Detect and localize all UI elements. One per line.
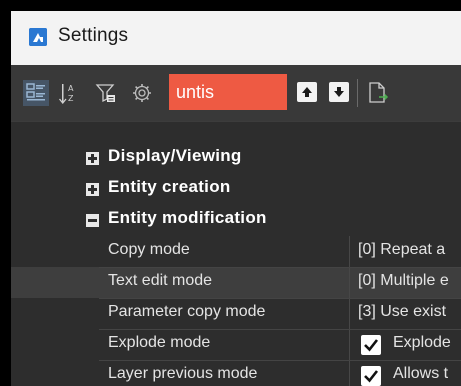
property-name: Layer previous mode (108, 365, 258, 382)
settings-window: Settings A Z untis Display/Viewing Entit… (11, 11, 461, 386)
expand-plus-icon[interactable] (86, 152, 99, 165)
checkbox-label: Allows t (393, 365, 449, 382)
search-input[interactable] (169, 74, 287, 110)
title-bar: Settings (11, 11, 461, 65)
row-divider (99, 360, 461, 361)
toolbar: A Z (11, 65, 461, 121)
property-row-text-edit-mode[interactable]: Text edit mode [0] Multiple e (11, 267, 461, 298)
category-label: Entity modification (108, 208, 267, 227)
property-name: Parameter copy mode (108, 303, 266, 320)
settings-app-icon (29, 28, 47, 46)
property-name: Explode mode (108, 334, 211, 351)
settings-gear-button[interactable] (129, 80, 155, 106)
category-label: Display/Viewing (108, 146, 242, 165)
gear-icon (133, 84, 151, 102)
settings-tree: Display/Viewing Entity creation Entity m… (11, 121, 461, 386)
category-entity-modification[interactable]: Entity modification (11, 205, 461, 236)
filter-button[interactable] (93, 80, 119, 106)
find-next-button[interactable] (329, 82, 349, 102)
categorized-view-button[interactable] (23, 80, 49, 106)
checkbox-label: Explode (393, 334, 451, 351)
property-value[interactable]: [0] Repeat a (358, 241, 445, 259)
property-row-explode-mode[interactable]: Explode mode Explode (11, 329, 461, 360)
checkmark-icon (364, 370, 379, 383)
svg-text:Z: Z (68, 94, 74, 103)
property-value[interactable]: [0] Multiple e (358, 272, 449, 290)
svg-text:A: A (68, 84, 74, 93)
row-divider (99, 329, 461, 330)
property-name: Copy mode (108, 241, 190, 258)
category-entity-creation[interactable]: Entity creation (11, 174, 461, 205)
checkmark-icon (364, 339, 379, 352)
toolbar-separator (357, 79, 358, 107)
collapse-minus-icon[interactable] (86, 214, 99, 227)
checkbox[interactable] (361, 366, 381, 386)
property-row-copy-mode[interactable]: Copy mode [0] Repeat a (11, 236, 461, 267)
find-previous-button[interactable] (297, 82, 317, 102)
export-icon (369, 82, 389, 103)
find-previous-icon (302, 87, 312, 97)
sort-az-button[interactable]: A Z (56, 80, 82, 106)
row-divider (99, 267, 461, 268)
property-value[interactable]: [3] Use exist (358, 303, 446, 321)
property-row-layer-previous-mode[interactable]: Layer previous mode Allows t (11, 360, 461, 386)
category-display-viewing[interactable]: Display/Viewing (11, 143, 461, 174)
row-divider (99, 298, 461, 299)
window-title: Settings (58, 25, 129, 46)
filter-icon (95, 84, 115, 103)
sort-az-icon: A Z (58, 84, 74, 104)
category-label: Entity creation (108, 177, 231, 196)
find-next-icon (334, 87, 344, 97)
column-divider (349, 236, 350, 386)
expand-plus-icon[interactable] (86, 183, 99, 196)
categorized-view-icon (26, 83, 45, 101)
property-name: Text edit mode (108, 272, 213, 289)
property-row-parameter-copy-mode[interactable]: Parameter copy mode [3] Use exist (11, 298, 461, 329)
checkbox[interactable] (361, 335, 381, 355)
export-button[interactable] (365, 80, 391, 106)
panel-divider (11, 121, 461, 122)
